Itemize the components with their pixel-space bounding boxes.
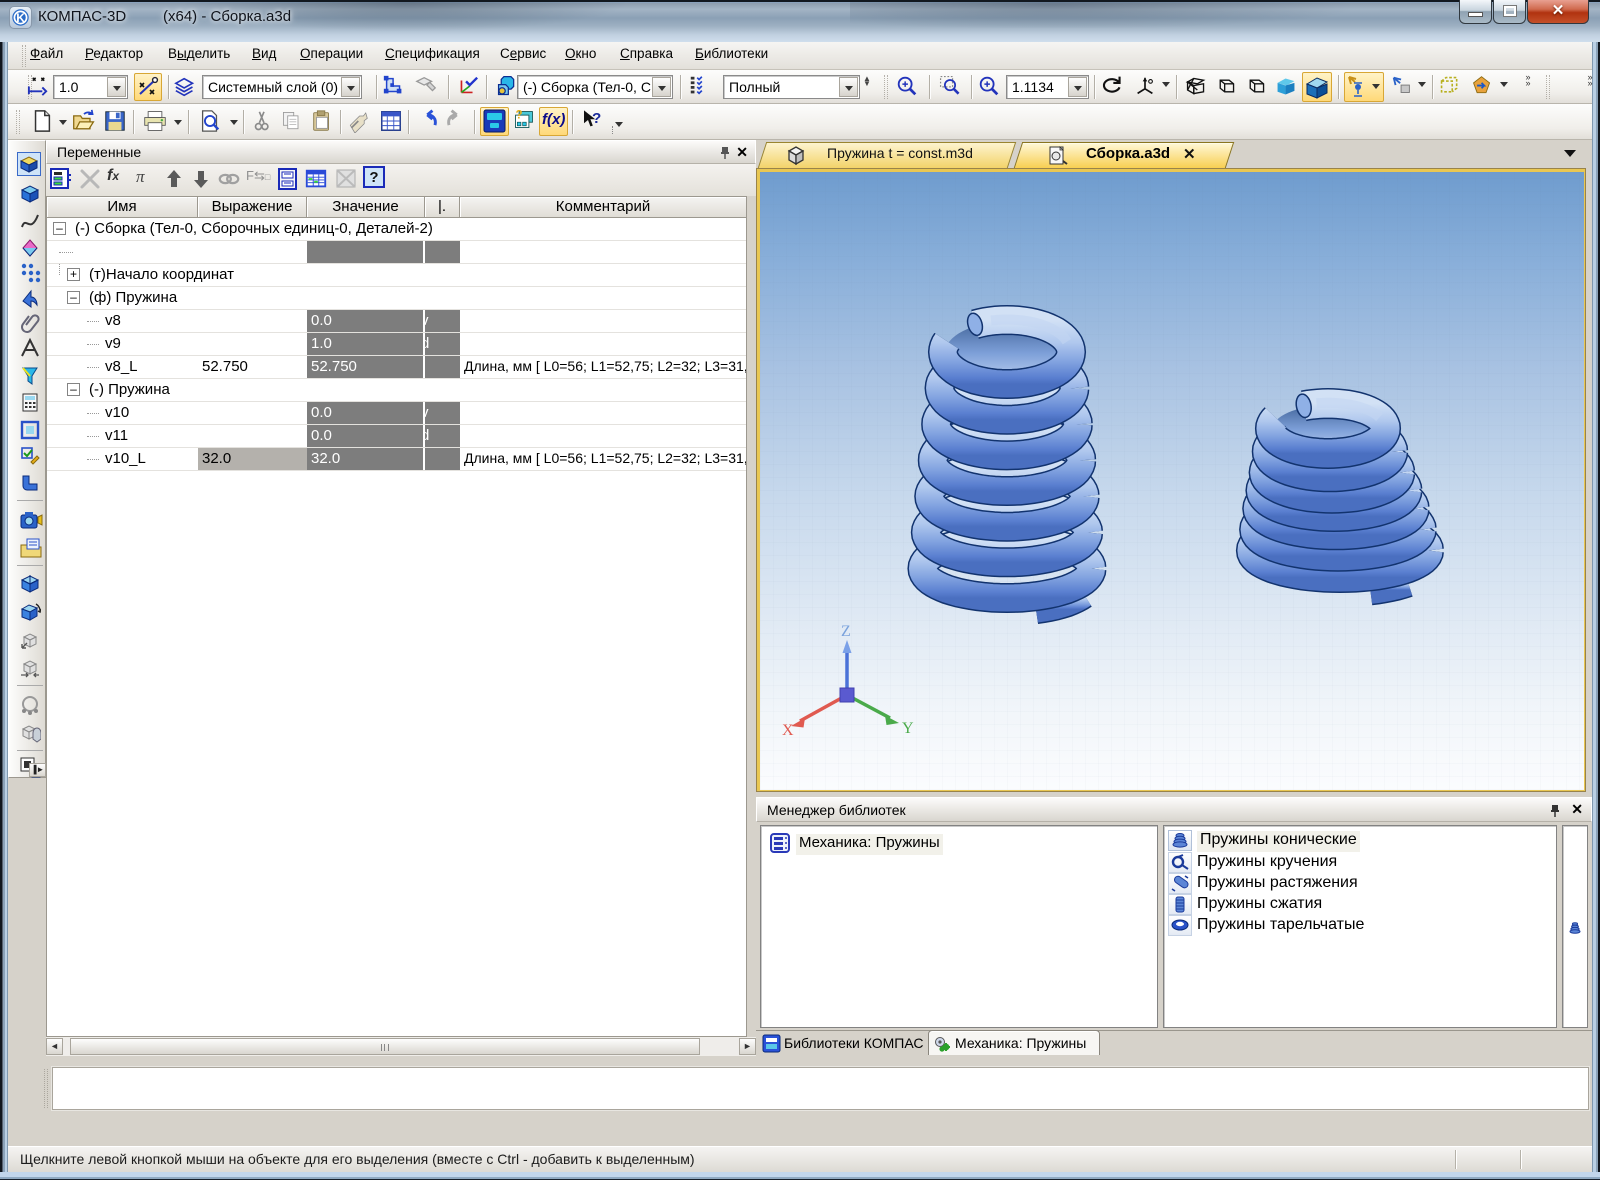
svg-text:Y: Y <box>902 720 914 737</box>
svg-text:?: ? <box>516 110 523 122</box>
svg-text:?: ? <box>592 110 601 127</box>
svg-text:Z: Z <box>841 623 851 640</box>
svg-text:X: X <box>782 722 794 739</box>
svg-text:K: K <box>16 11 25 25</box>
